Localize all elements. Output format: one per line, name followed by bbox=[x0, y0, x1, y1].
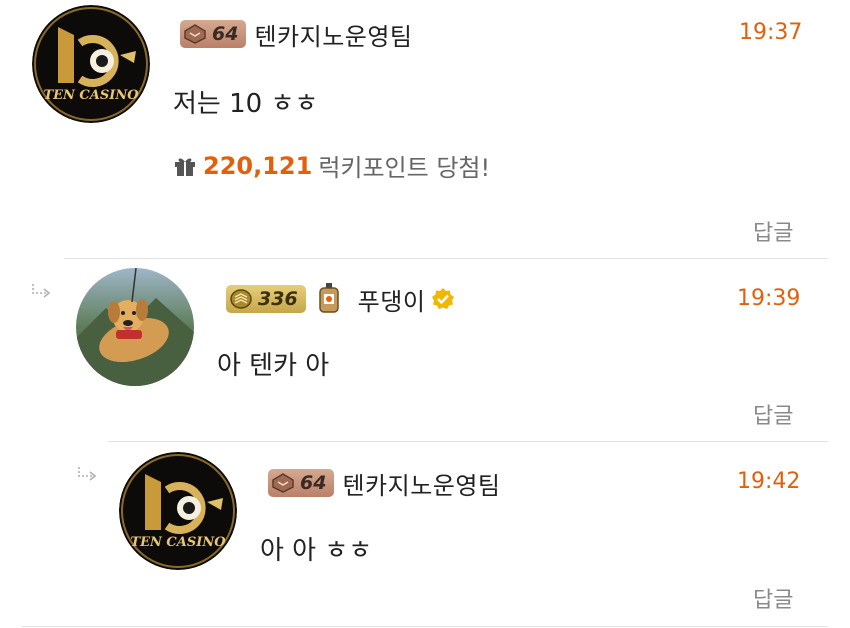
item-icon bbox=[318, 283, 339, 313]
gift-icon bbox=[175, 158, 195, 176]
avatar-ten-casino[interactable]: TEN CASINO bbox=[32, 5, 150, 123]
ten-casino-logo: TEN CASINO bbox=[119, 452, 237, 570]
svg-text:TEN CASINO: TEN CASINO bbox=[43, 88, 139, 103]
level-gem-icon bbox=[230, 289, 252, 309]
divider bbox=[22, 626, 828, 627]
comment-text: 저는 10 ㅎㅎ bbox=[173, 89, 319, 119]
avatar-ten-casino[interactable]: TEN CASINO bbox=[119, 452, 237, 570]
lucky-point-notice: 220,121 럭키포인트 당첨! bbox=[173, 148, 490, 183]
level-gem-icon bbox=[184, 24, 206, 44]
lucky-point-text: 럭키포인트 당첨! bbox=[318, 154, 491, 182]
ten-casino-logo: TEN CASINO bbox=[32, 5, 150, 123]
comment-header: 64 텐카지노운영팀 bbox=[268, 466, 501, 500]
comment-header: 64 텐카지노운영팀 bbox=[180, 17, 413, 51]
level-number: 336 bbox=[258, 288, 298, 310]
comment-text: 아 텐카 아 bbox=[217, 351, 330, 381]
divider bbox=[108, 441, 828, 442]
author-name[interactable]: 푸댕이 bbox=[358, 282, 426, 317]
reply-button[interactable]: 답글 bbox=[753, 582, 793, 614]
comment-text: 아 아 ㅎㅎ bbox=[260, 536, 373, 566]
level-badge: 64 bbox=[268, 469, 335, 497]
level-badge: 64 bbox=[180, 20, 247, 48]
reply-arrow-icon bbox=[32, 284, 51, 298]
author-name[interactable]: 텐카지노운영팀 bbox=[342, 466, 500, 501]
lucky-point-amount: 220,121 bbox=[203, 151, 313, 180]
avatar-user[interactable] bbox=[76, 268, 194, 386]
reply-arrow-icon bbox=[78, 467, 97, 481]
level-gem-icon bbox=[272, 473, 294, 493]
level-number: 64 bbox=[300, 472, 327, 494]
reply-button[interactable]: 답글 bbox=[753, 215, 793, 247]
verified-badge-icon bbox=[432, 288, 455, 309]
reply-button[interactable]: 답글 bbox=[753, 398, 793, 430]
author-name[interactable]: 텐카지노운영팀 bbox=[254, 17, 412, 52]
dog-photo bbox=[76, 268, 194, 386]
level-badge: 336 bbox=[226, 285, 306, 313]
comment-time: 19:39 bbox=[737, 286, 801, 311]
comment-time: 19:37 bbox=[739, 20, 803, 45]
comment-header: 336 푸댕이 bbox=[226, 282, 455, 316]
svg-text:TEN CASINO: TEN CASINO bbox=[130, 535, 226, 550]
level-number: 64 bbox=[212, 23, 239, 45]
comment-time: 19:42 bbox=[737, 469, 801, 494]
divider bbox=[64, 258, 828, 259]
